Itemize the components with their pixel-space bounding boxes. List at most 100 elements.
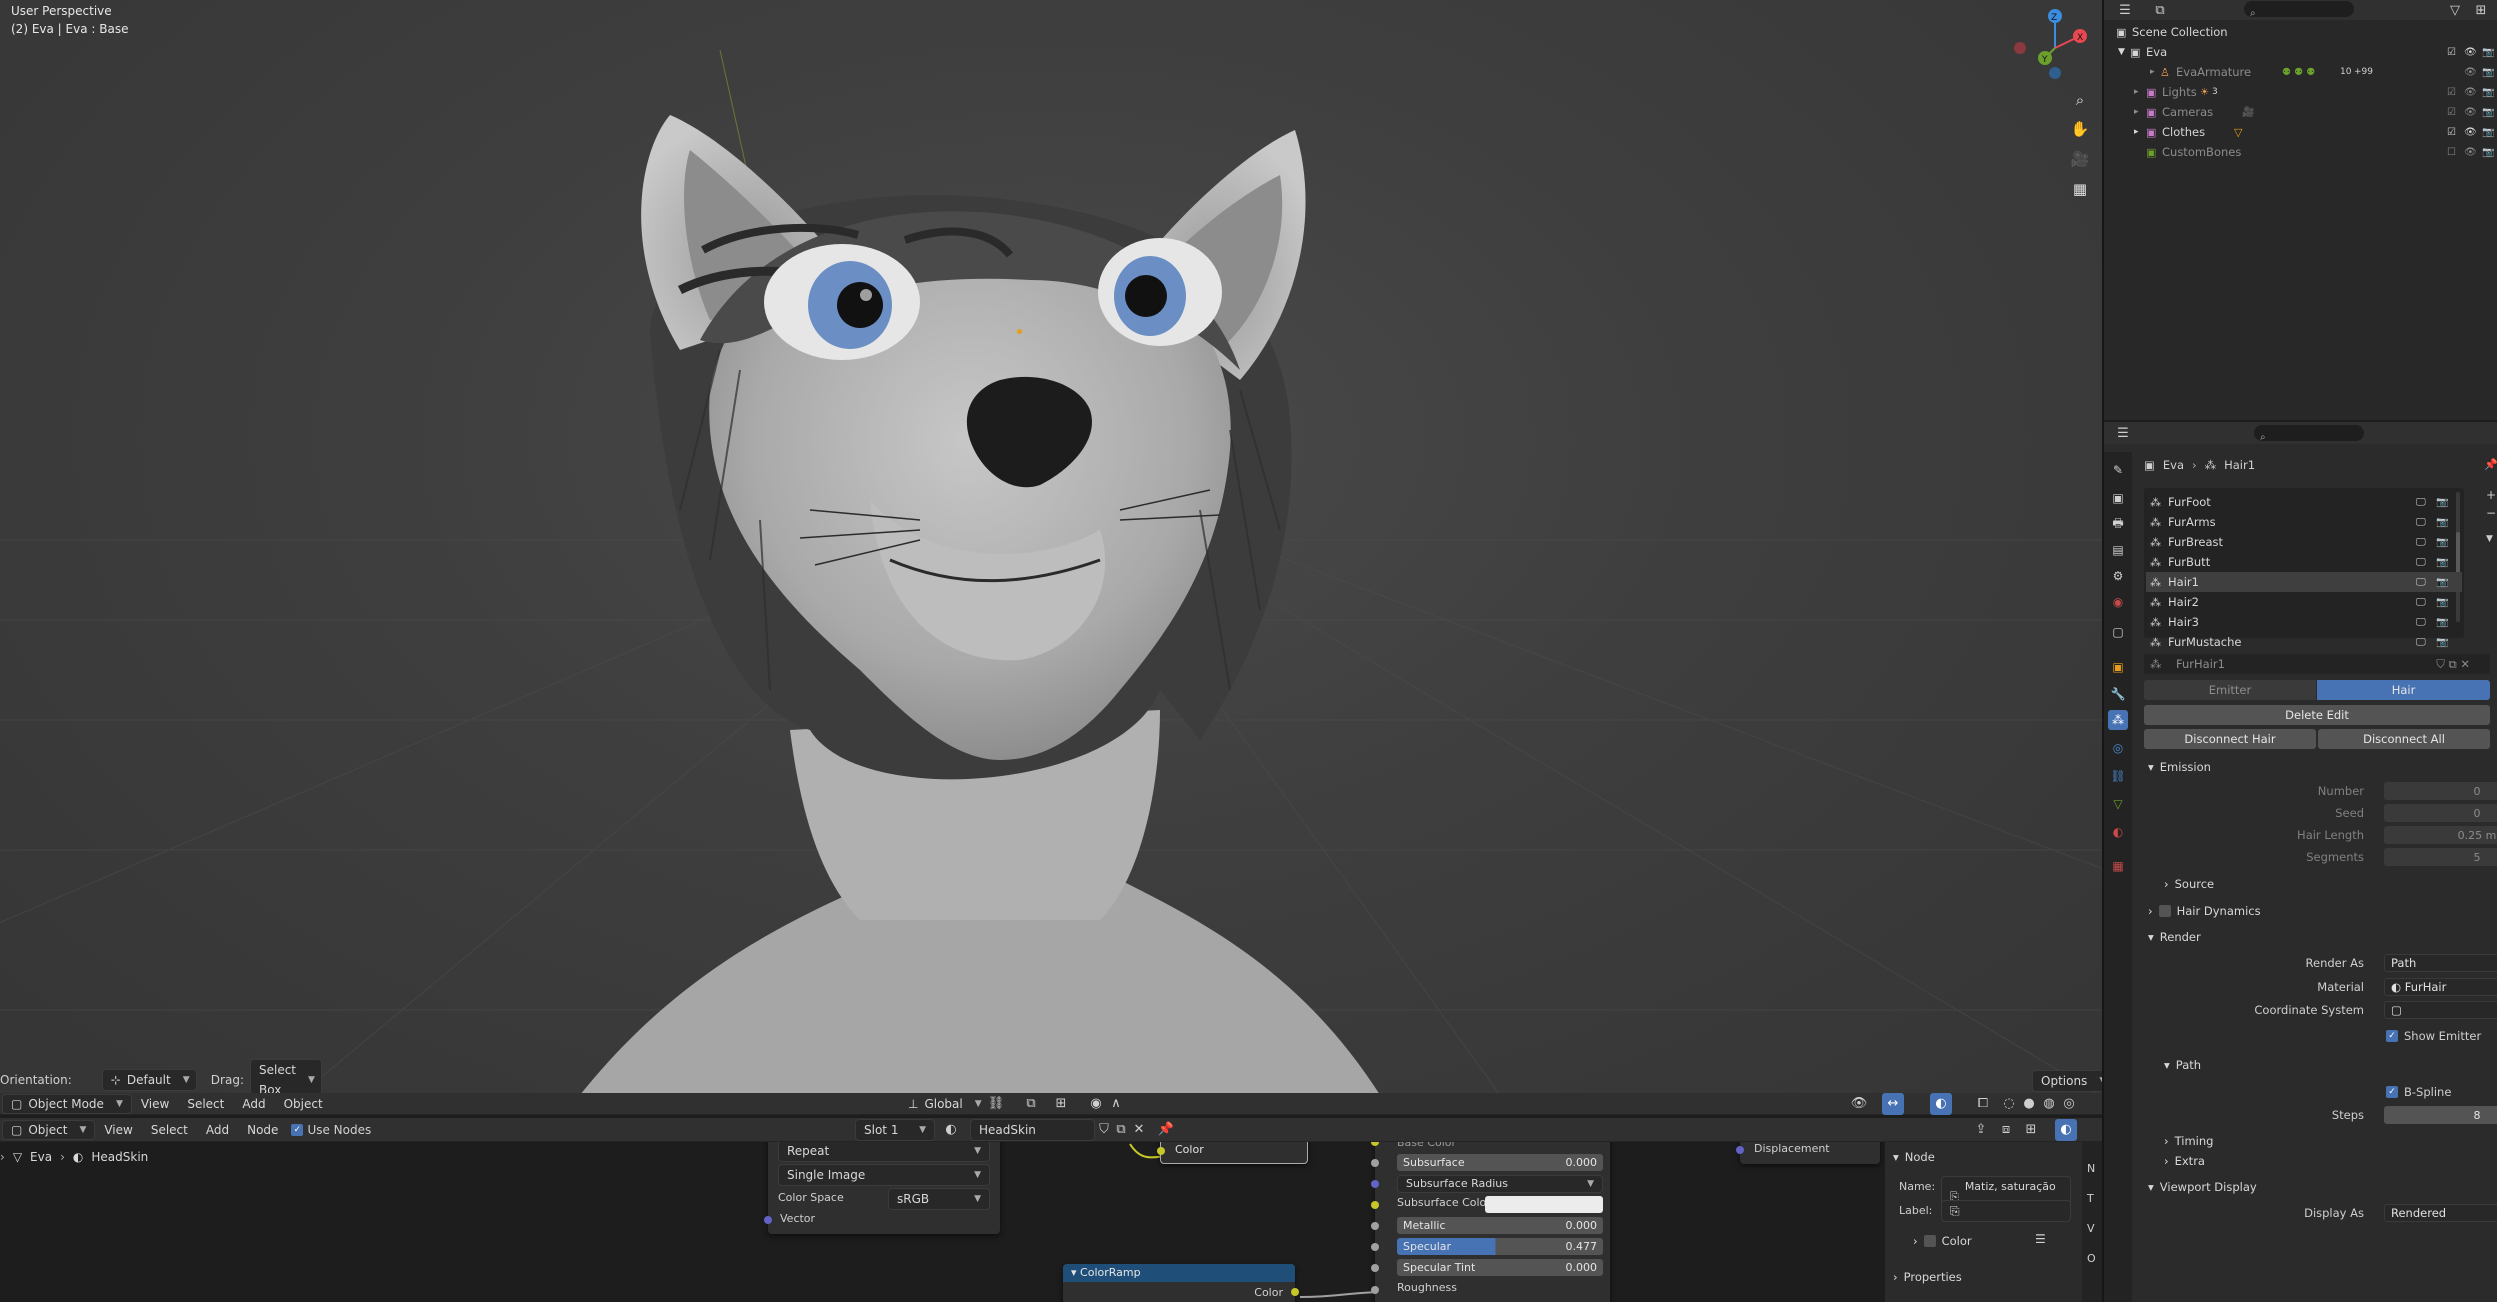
- editor-type-icon[interactable]: ☰: [2112, 422, 2134, 444]
- particle-system-item[interactable]: ⁂ FurArms 🖵 📷: [2146, 512, 2462, 532]
- wireframe-shading-icon[interactable]: ◌: [1998, 1093, 2020, 1115]
- checkbox-unchecked-icon[interactable]: ☐: [2447, 147, 2456, 158]
- checkbox-unchecked-icon[interactable]: [2158, 905, 2171, 917]
- node-label-field[interactable]: ⎘: [1941, 1200, 2071, 1222]
- physics-tab-icon[interactable]: ◎: [2108, 738, 2128, 758]
- material-name-field[interactable]: HeadSkin: [970, 1118, 1095, 1141]
- use-nodes-toggle[interactable]: ✓ Use Nodes: [291, 1123, 371, 1137]
- subsurface-radius-socket[interactable]: [1371, 1180, 1379, 1188]
- modifier-wrench-icon[interactable]: 🔧: [2108, 684, 2128, 704]
- menu-view[interactable]: View: [132, 1093, 178, 1115]
- constraints-tab-icon[interactable]: ⛓: [2108, 766, 2128, 786]
- node-menu-view[interactable]: View: [95, 1119, 141, 1141]
- source-dropdown[interactable]: Single Image ▼: [778, 1164, 990, 1186]
- menu-object[interactable]: Object: [275, 1093, 332, 1115]
- extra-subpanel-header[interactable]: › Extra: [2164, 1154, 2205, 1168]
- eye-icon[interactable]: 👁: [2464, 67, 2477, 78]
- node-context-dropdown[interactable]: ▢ Object ▼: [2, 1119, 96, 1140]
- gizmo-toggle-icon[interactable]: ↔: [1882, 1092, 1904, 1115]
- node-menu-add[interactable]: Add: [197, 1119, 238, 1141]
- emission-panel-header[interactable]: ▾ Emission: [2148, 760, 2211, 774]
- sidebar-tab-options[interactable]: O: [2087, 1252, 2096, 1265]
- snap-target-icon[interactable]: ⊞: [1050, 1093, 1072, 1115]
- outliner-row-custombones[interactable]: ▣ CustomBones ☐ 👁 📷: [2104, 142, 2497, 162]
- camera-view-icon[interactable]: 🎥: [2066, 145, 2094, 173]
- viewport-visibility-icon[interactable]: 🖵: [2416, 517, 2426, 528]
- path-subpanel-header[interactable]: ▾ Path: [2164, 1058, 2201, 1072]
- unlink-close-icon[interactable]: ✕: [1128, 1119, 1150, 1141]
- collection-tab-icon[interactable]: ▢: [2108, 622, 2128, 642]
- eye-icon[interactable]: 👁: [2464, 127, 2477, 138]
- specular-slider[interactable]: Specular 0.477: [1397, 1238, 1603, 1255]
- number-field[interactable]: 0: [2384, 782, 2497, 800]
- camera-icon[interactable]: 📷: [2482, 67, 2494, 78]
- character-head-model[interactable]: [560, 90, 1380, 1095]
- timing-subpanel-header[interactable]: › Timing: [2164, 1134, 2213, 1148]
- texture-tab-icon[interactable]: ▦: [2108, 856, 2128, 876]
- specular-socket[interactable]: [1371, 1243, 1379, 1251]
- render-visibility-icon[interactable]: 📷: [2436, 597, 2448, 608]
- checkbox-checked-icon[interactable]: ☑: [2447, 127, 2456, 138]
- transform-orientation-dropdown[interactable]: ⊥ Global ▼: [900, 1094, 990, 1114]
- displacement-socket[interactable]: [1736, 1146, 1744, 1154]
- eye-icon[interactable]: 👁: [2464, 147, 2477, 158]
- node-overlay-icon[interactable]: ◐: [2055, 1118, 2077, 1141]
- falloff-icon[interactable]: ∧: [1105, 1093, 1127, 1115]
- colorramp-output-socket[interactable]: [1291, 1288, 1299, 1296]
- breadcrumb-eva[interactable]: Eva: [2163, 458, 2184, 472]
- display-mode-icon[interactable]: ⧉: [2149, 0, 2171, 21]
- render-visibility-icon[interactable]: 📷: [2436, 637, 2448, 648]
- render-visibility-icon[interactable]: 📷: [2436, 537, 2448, 548]
- data-tab-icon[interactable]: ▽: [2108, 794, 2128, 814]
- segments-field[interactable]: 5: [2384, 848, 2497, 866]
- node-snap-target-icon[interactable]: ⊞: [2020, 1119, 2042, 1141]
- ortho-grid-icon[interactable]: ▦: [2066, 175, 2094, 203]
- node-menu-select[interactable]: Select: [142, 1119, 197, 1141]
- colorramp-node[interactable]: ▾ ColorRamp Color: [1063, 1264, 1299, 1302]
- material-slot-dropdown[interactable]: Slot 1 ▼: [855, 1118, 935, 1141]
- disconnect-hair-button[interactable]: Disconnect Hair: [2144, 729, 2316, 749]
- subsurface-socket[interactable]: [1371, 1159, 1379, 1167]
- camera-icon[interactable]: 📷: [2482, 47, 2494, 58]
- vector-input-socket[interactable]: [764, 1216, 772, 1224]
- subsurface-field[interactable]: Subsurface 0.000: [1397, 1154, 1603, 1171]
- particle-system-item[interactable]: ⁂ Hair1 🖵 📷: [2146, 572, 2462, 592]
- node-snap-icon[interactable]: ⧈: [1995, 1119, 2017, 1141]
- outliner-row-cameras[interactable]: ▸ ▣ Cameras 🎥 ☑ 👁 📷: [2104, 102, 2497, 122]
- particles-tab-icon[interactable]: ⁂: [2108, 710, 2128, 730]
- viewport-visibility-icon[interactable]: 🖵: [2416, 637, 2426, 648]
- eye-icon[interactable]: 👁: [2464, 87, 2477, 98]
- sidebar-tab-node[interactable]: N: [2087, 1162, 2095, 1175]
- checkbox-unchecked-icon[interactable]: [1923, 1235, 1936, 1247]
- outliner-row-clothes[interactable]: ▸ ▣ Clothes ▽ ☑ 👁 📷: [2104, 122, 2497, 142]
- color-space-dropdown[interactable]: sRGB ▼: [888, 1188, 990, 1210]
- subsurface-color-swatch[interactable]: [1485, 1196, 1603, 1213]
- metallic-socket[interactable]: [1371, 1222, 1379, 1230]
- pin-icon[interactable]: 📌: [1155, 1119, 1177, 1141]
- sidebar-tab-view[interactable]: V: [2087, 1222, 2095, 1235]
- pin-icon[interactable]: 📌: [2484, 458, 2497, 471]
- remove-particle-system-button[interactable]: −: [2486, 506, 2496, 520]
- roughness-socket[interactable]: [1371, 1286, 1379, 1294]
- snap-icon[interactable]: ⧉: [1020, 1093, 1042, 1115]
- list-menu-chevron-icon[interactable]: ▼: [2486, 534, 2493, 544]
- material-shading-icon[interactable]: ◍: [2038, 1093, 2060, 1115]
- properties-panel-header[interactable]: › Properties: [1893, 1270, 1962, 1284]
- menu-select[interactable]: Select: [178, 1093, 233, 1115]
- list-icon[interactable]: ☰: [2035, 1232, 2046, 1246]
- mode-dropdown[interactable]: ▢ Object Mode ▼: [2, 1093, 132, 1114]
- material-dropdown[interactable]: ◐ FurHair▼: [2384, 978, 2497, 996]
- outliner-scene-collection[interactable]: ▣ Scene Collection: [2104, 22, 2497, 42]
- properties-search-input[interactable]: ⌕: [2254, 425, 2364, 443]
- camera-icon[interactable]: 📷: [2482, 107, 2494, 118]
- outliner-row-evaarmature[interactable]: ▸ ♙ EvaArmature ⚉ ⚉ ⚉ 10 +99 👁 📷: [2104, 62, 2497, 82]
- camera-icon[interactable]: 📷: [2482, 127, 2494, 138]
- viewport-visibility-icon[interactable]: 🖵: [2416, 497, 2426, 508]
- add-particle-system-button[interactable]: +: [2486, 488, 2496, 502]
- options-dropdown[interactable]: Options▼: [2032, 1070, 2102, 1092]
- outliner-row-lights[interactable]: ▸ ▣ Lights ☀ 3 ☑ 👁 📷: [2104, 82, 2497, 102]
- hair-dynamics-panel-header[interactable]: › Hair Dynamics: [2148, 904, 2261, 918]
- orientation-dropdown[interactable]: ⊹ Default ▼: [101, 1069, 197, 1091]
- render-visibility-icon[interactable]: 📷: [2436, 577, 2448, 588]
- coordinate-system-field[interactable]: ▢✎: [2384, 1001, 2497, 1019]
